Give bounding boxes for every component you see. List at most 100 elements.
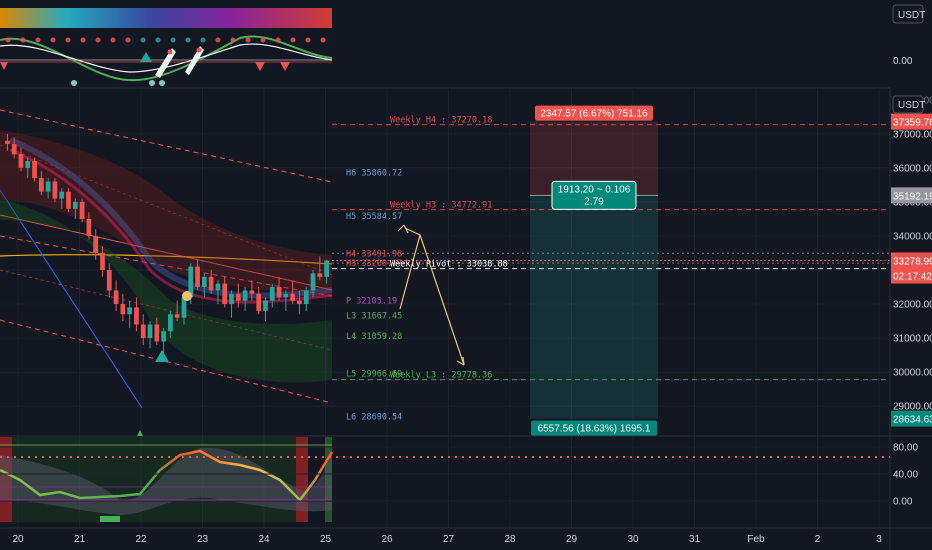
time-tick-label: 25 — [320, 534, 332, 545]
candle-body — [113, 290, 119, 305]
time-tick-label: 28 — [504, 534, 516, 545]
signal-dot — [65, 37, 71, 43]
candle-body — [229, 293, 234, 305]
last-price-tag: 33278.99 — [893, 257, 932, 268]
candle-body — [242, 290, 248, 301]
signal-dot — [50, 37, 56, 43]
position-tool[interactable]: 2347.57 (6.67%) 751.16 1913.20 ~ 0.1062.7… — [530, 105, 658, 436]
candle-body — [45, 181, 51, 192]
time-tick-label: 29 — [566, 534, 578, 545]
time-tick-label: 22 — [135, 534, 147, 545]
signal-dot — [110, 37, 116, 43]
candle-body — [140, 324, 146, 339]
price-tick-label: 34000.00 — [893, 231, 932, 242]
candle-body — [79, 201, 85, 219]
signal-dot — [170, 37, 176, 43]
signal-dot — [230, 37, 236, 43]
signal-dot — [215, 37, 221, 43]
candle-body — [72, 201, 78, 209]
candle-body — [249, 290, 255, 294]
price-tick-label: 37000.00 — [893, 129, 932, 140]
time-tick-label: 31 — [689, 534, 701, 545]
weekly-pivot-label: Weekly H3 : 34772.91 — [390, 201, 492, 211]
osc-tick-label: 0.00 — [893, 497, 913, 508]
signal-dot — [200, 37, 206, 43]
time-tick-label: 24 — [258, 534, 270, 545]
daily-pivot-label: H5 35584.57 — [346, 212, 402, 222]
candle-body — [324, 260, 329, 277]
signal-dot — [140, 37, 146, 43]
candle-body — [161, 331, 166, 342]
time-tick-label: 30 — [627, 534, 639, 545]
price-tick-label: 30000.00 — [893, 368, 932, 379]
candle-body — [201, 276, 207, 288]
osc-tick-label: 80.00 — [893, 443, 918, 454]
daily-pivot-label: H4 33491.98 — [346, 249, 402, 259]
candle-body — [195, 266, 200, 288]
candle-body — [25, 161, 31, 168]
rainbow-ribbon — [0, 8, 332, 28]
target-zone — [530, 195, 658, 419]
candle-body — [106, 270, 112, 291]
signal-dot — [20, 37, 26, 43]
daily-pivot-label: L6 28690.54 — [346, 413, 402, 423]
candle-body — [310, 273, 316, 291]
stop-label: 2347.57 (6.67%) 751.16 — [540, 109, 648, 120]
candle-body — [283, 293, 289, 298]
candle-body — [5, 140, 10, 145]
candle-body — [290, 293, 296, 301]
signal-dot — [245, 37, 251, 43]
candle-body — [317, 273, 323, 277]
weekly-pivot-label: Weekly L3 : 29778.36 — [390, 371, 492, 381]
currency-badge-top[interactable]: USDT — [892, 4, 925, 24]
emoji-marker — [182, 291, 192, 301]
candle-body — [66, 191, 71, 209]
bottom-dot — [71, 80, 77, 86]
signal-dot — [155, 37, 161, 43]
signal-dot — [305, 37, 311, 43]
bottom-dot — [149, 80, 155, 86]
candle-body — [18, 154, 24, 168]
signal-dot — [5, 37, 11, 43]
osc-tick-label: 40.00 — [893, 470, 918, 481]
top-panel-axis-value: 0.00 — [893, 56, 913, 67]
time-tick-label: 21 — [74, 534, 86, 545]
candle-body — [154, 324, 160, 342]
currency-label-main: USDT — [898, 100, 925, 111]
signal-dot — [125, 37, 131, 43]
time-tick-label: 2 — [815, 534, 821, 545]
bottom-dot — [159, 80, 165, 86]
candle-body — [263, 300, 268, 311]
currency-badge-main[interactable]: USDT — [892, 95, 925, 114]
candle-body — [11, 144, 17, 155]
signal-dot — [185, 37, 191, 43]
candle-body — [303, 290, 309, 305]
signal-dot — [95, 37, 101, 43]
signal-dot — [275, 37, 281, 43]
candle-body — [93, 235, 99, 253]
countdown-tag: 02:17:42 — [893, 272, 932, 283]
candle-body — [134, 307, 139, 325]
weekly-pivot-label: Weekly Pivot : 33038.88 — [390, 260, 508, 270]
signal-dot — [290, 37, 296, 43]
candle-body — [208, 276, 214, 291]
time-tick-label: 26 — [381, 534, 393, 545]
trading-chart[interactable]: 0.00 H6 35860.72H5 35584.57H4 33491.98H3… — [0, 0, 932, 550]
upper-target-tag: 37359.76 — [893, 118, 932, 129]
daily-pivot-label: L3 31667.45 — [346, 311, 402, 321]
signal-dot — [35, 37, 41, 43]
candle-body — [256, 293, 262, 311]
time-tick-label: 27 — [443, 534, 455, 545]
candle-body — [59, 191, 65, 199]
candle-body — [100, 252, 105, 271]
signal-dot — [80, 37, 86, 43]
signal-dot — [320, 37, 326, 43]
time-tick-label: 23 — [197, 534, 209, 545]
target-label: 6557.56 (18.63%) 1695.1 — [538, 424, 651, 435]
candle-body — [235, 293, 241, 301]
candle-body — [222, 283, 228, 305]
signal-dot — [260, 37, 266, 43]
price-tick-label: 32000.00 — [893, 300, 932, 311]
candle-body — [297, 300, 302, 305]
candle-body — [174, 314, 180, 318]
